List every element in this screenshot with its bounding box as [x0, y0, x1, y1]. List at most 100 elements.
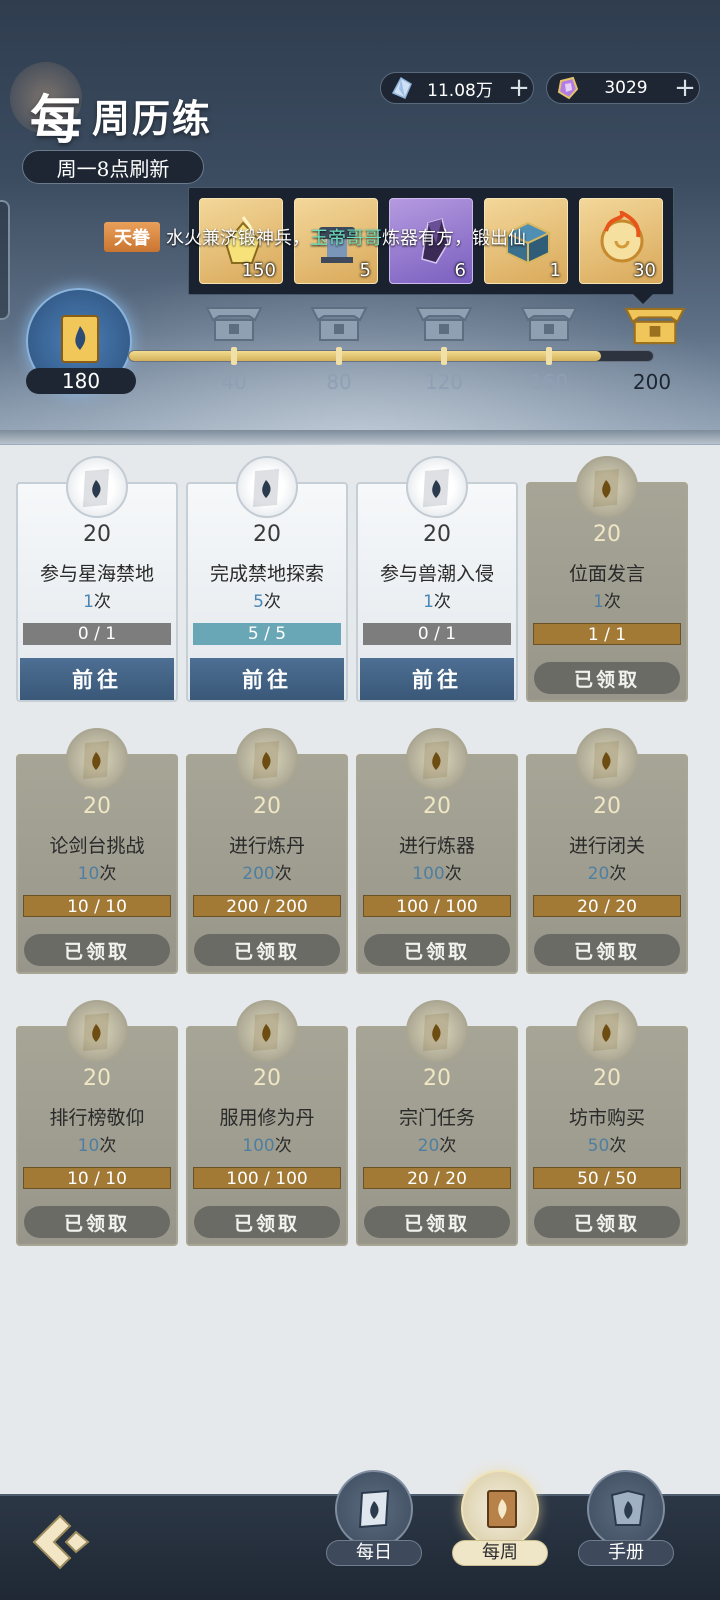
task-times-suffix: 次 — [439, 1136, 457, 1156]
weekly-book-icon — [61, 315, 99, 363]
progress-tick — [231, 347, 237, 365]
task-points: 20 — [423, 522, 451, 547]
task-times-suffix: 次 — [433, 592, 451, 612]
task-progress-bar: 100 / 100 — [193, 1167, 341, 1189]
task-times-count: 1 — [593, 592, 604, 612]
task-times-suffix: 次 — [99, 1136, 117, 1156]
tab-daily-ring — [335, 1470, 413, 1548]
task-times-suffix: 次 — [99, 864, 117, 884]
go-button[interactable]: 前往 — [20, 658, 174, 700]
scroll-flame-icon — [252, 468, 280, 508]
reward-slot[interactable]: 30 — [579, 198, 663, 284]
claimed-button[interactable]: 已领取 — [364, 1206, 510, 1238]
broadcast-message: 水火兼济锻神兵，玉帝哥哥炼器有方，锻出仙 — [166, 224, 526, 250]
milestone-chest-icon[interactable] — [415, 304, 473, 344]
task-progress-bar: 100 / 100 — [363, 895, 511, 917]
task-times-count: 10 — [77, 864, 100, 884]
task-times-count: 100 — [242, 1136, 275, 1156]
task-points: 20 — [253, 794, 281, 819]
task-medal — [406, 1000, 468, 1062]
task-times: 1次 — [16, 587, 178, 612]
spirit-stone-icon — [557, 76, 579, 100]
task-times: 10次 — [16, 1131, 178, 1156]
handbook-icon — [610, 1489, 646, 1526]
task-medal — [66, 728, 128, 790]
task-card: 20 服用修为丹 100次 100 / 100 已领取 — [186, 1000, 348, 1246]
tab-weekly[interactable]: 每周 — [452, 1470, 548, 1566]
milestone-label: 160 — [529, 370, 569, 394]
task-times: 200次 — [186, 859, 348, 884]
task-times-suffix: 次 — [274, 864, 292, 884]
broadcast-text-before: 水火兼济锻神兵， — [166, 228, 310, 249]
add-spirit-stone-button[interactable]: + — [671, 73, 699, 103]
reward-qty: 150 — [241, 260, 276, 281]
scroll-flame-icon — [82, 1012, 110, 1052]
task-medal — [66, 456, 128, 518]
task-progress-bar: 20 / 20 — [363, 1167, 511, 1189]
claimed-button[interactable]: 已领取 — [194, 934, 340, 966]
claimed-button[interactable]: 已领取 — [534, 1206, 680, 1238]
milestone-chest-icon[interactable] — [205, 304, 263, 344]
task-progress-bar: 10 / 10 — [23, 895, 171, 917]
refresh-info: 周一8点刷新 — [22, 150, 204, 184]
task-card: 20 论剑台挑战 10次 10 / 10 已领取 — [16, 728, 178, 974]
claimed-button[interactable]: 已领取 — [24, 934, 170, 966]
reward-qty: 30 — [633, 260, 656, 281]
task-times-suffix: 次 — [609, 864, 627, 884]
task-name: 进行炼丹 — [228, 835, 305, 857]
task-points: 20 — [593, 1066, 621, 1091]
claimed-button[interactable]: 已领取 — [364, 934, 510, 966]
task-card: 20 排行榜敬仰 10次 10 / 10 已领取 — [16, 1000, 178, 1246]
task-card: 20 参与兽潮入侵 1次 0 / 1 前往 — [356, 456, 518, 702]
tab-handbook-label: 手册 — [578, 1540, 674, 1566]
side-drawer-handle[interactable] — [0, 200, 10, 320]
task-medal — [66, 1000, 128, 1062]
claimed-button[interactable]: 已领取 — [534, 662, 680, 694]
task-name: 完成禁地探索 — [209, 563, 324, 585]
scroll-flame-icon — [592, 740, 620, 780]
claimed-button[interactable]: 已领取 — [24, 1206, 170, 1238]
add-crystal-button[interactable]: + — [505, 73, 533, 103]
milestone-label: 200 — [632, 370, 672, 394]
go-button[interactable]: 前往 — [190, 658, 344, 700]
task-name: 坊市购买 — [568, 1107, 645, 1129]
task-times-count: 20 — [587, 864, 610, 884]
task-medal — [576, 1000, 638, 1062]
task-medal — [576, 456, 638, 518]
back-arrow-icon[interactable] — [30, 1512, 94, 1572]
scroll-flame-icon — [422, 468, 450, 508]
broadcast-marquee: 天眷 水火兼济锻神兵，玉帝哥哥炼器有方，锻出仙 — [104, 222, 526, 252]
scroll-flame-icon — [592, 1012, 620, 1052]
go-button[interactable]: 前往 — [360, 658, 514, 700]
crystal-icon — [391, 76, 412, 99]
task-points: 20 — [423, 1066, 451, 1091]
section-divider — [0, 430, 720, 444]
claimed-button[interactable]: 已领取 — [194, 1206, 340, 1238]
task-card: 20 坊市购买 50次 50 / 50 已领取 — [526, 1000, 688, 1246]
header-panel: 每 周历练 周一8点刷新 11.08万 + 3029 + 150 5 6 1 3… — [0, 0, 720, 445]
task-times-count: 100 — [412, 864, 445, 884]
task-points: 20 — [253, 522, 281, 547]
tab-handbook[interactable]: 手册 — [578, 1470, 674, 1566]
tab-daily[interactable]: 每日 — [326, 1470, 422, 1566]
claimed-button[interactable]: 已领取 — [534, 934, 680, 966]
weekly-book-icon — [487, 1490, 517, 1528]
task-times-count: 200 — [242, 864, 275, 884]
scroll-flame-icon — [82, 468, 110, 508]
weekly-points-count: 180 — [26, 368, 136, 394]
milestone-chest-icon[interactable] — [520, 304, 578, 344]
task-name: 进行闭关 — [568, 835, 645, 857]
task-progress-bar: 5 / 5 — [193, 623, 341, 645]
milestone-chest-icon[interactable] — [310, 304, 368, 344]
task-times-suffix: 次 — [444, 864, 462, 884]
currency-crystal-value: 11.08万 — [427, 80, 493, 101]
milestone-label: 80 — [326, 370, 352, 394]
reward-qty: 5 — [359, 260, 371, 281]
progress-track — [128, 350, 654, 362]
tab-handbook-ring — [587, 1470, 665, 1548]
task-name: 进行炼器 — [398, 835, 475, 857]
task-times-count: 20 — [417, 1136, 440, 1156]
task-points: 20 — [83, 1066, 111, 1091]
milestone-chest-gold-icon[interactable] — [624, 304, 686, 348]
task-progress-bar: 10 / 10 — [23, 1167, 171, 1189]
